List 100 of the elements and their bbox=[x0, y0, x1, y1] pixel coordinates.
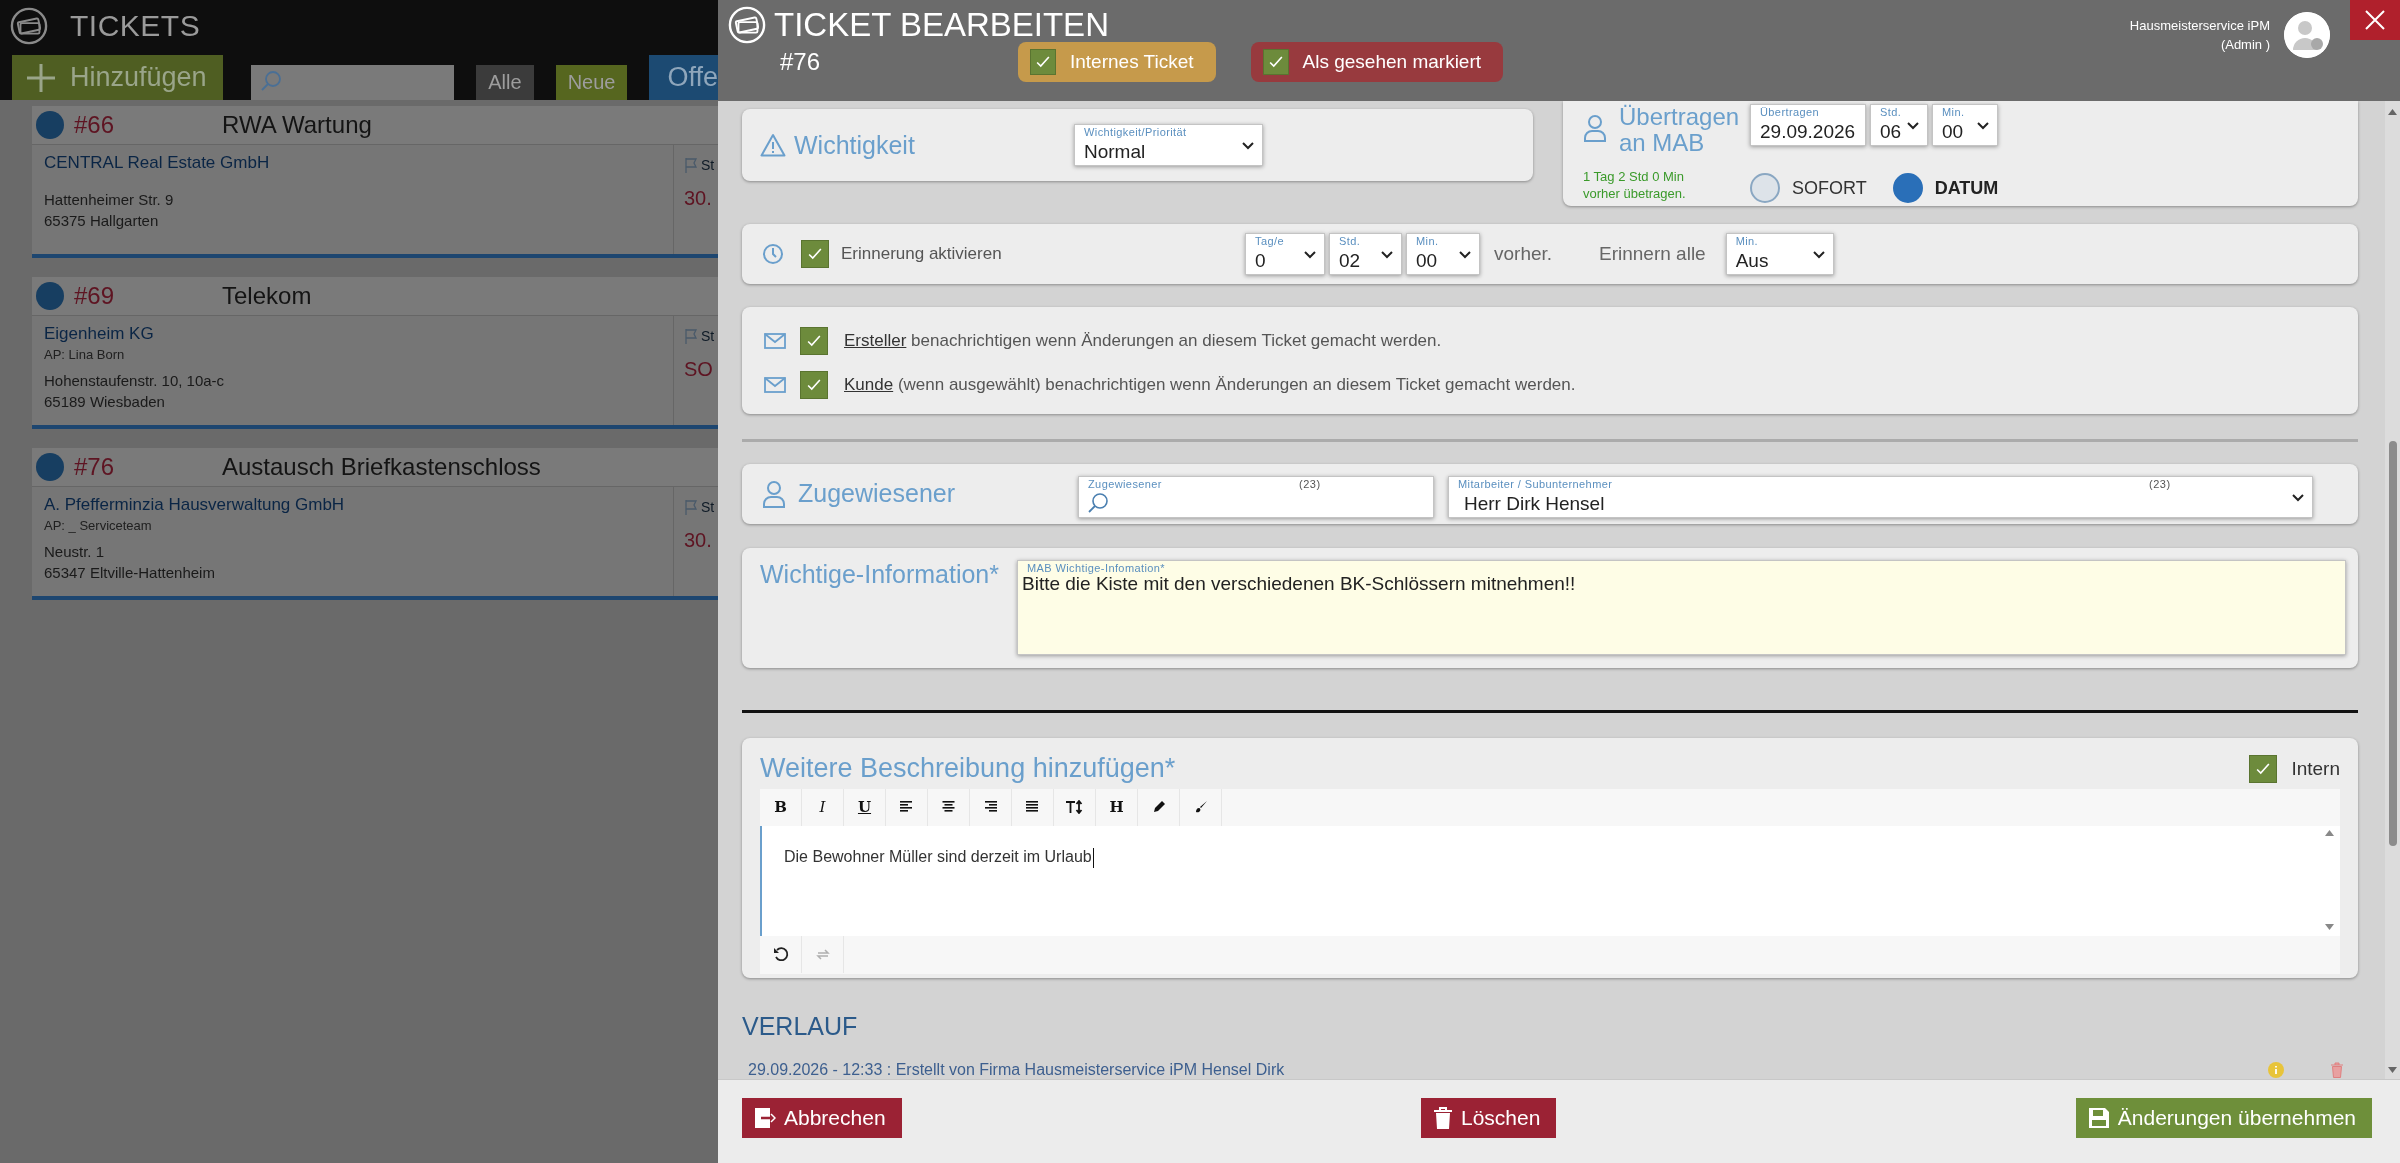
ticket-title: Telekom bbox=[222, 282, 312, 310]
reminder-label: Erinnerung aktivieren bbox=[841, 244, 1003, 265]
field-label: Std. bbox=[1880, 106, 1902, 118]
checkbox[interactable] bbox=[2249, 754, 2278, 783]
repeat-select[interactable]: Min. Aus bbox=[1725, 233, 1834, 276]
radio-button[interactable] bbox=[1750, 173, 1780, 204]
section-heading: VERLAUF bbox=[742, 1012, 859, 1042]
ticket-number: #76 bbox=[74, 453, 116, 481]
status-label: St bbox=[701, 328, 715, 344]
ticket-card[interactable]: #76 Austausch Briefkastenschloss A. Pfefferminzia Hausverwaltung GmbH AP: _ Serviceteam Neustr. 1 65347 Eltville-Hattenheim St 30. bbox=[32, 448, 718, 600]
badge-label: Internes Ticket bbox=[1070, 51, 1194, 73]
scroll-up-icon bbox=[2388, 109, 2397, 115]
section-title: Wichtigkeit bbox=[794, 130, 916, 160]
align-center-icon bbox=[942, 801, 955, 814]
notification-text: Kunde (wenn ausgewählt) benachrichtigen wenn Änderungen an diesem Ticket gemacht werden. bbox=[844, 375, 1576, 396]
filter-button[interactable]: Alle bbox=[476, 65, 534, 100]
ticket-card[interactable]: #69 Telekom Eigenheim KG AP: Lina Born Hohenstaufenstr. 10, 10a-c 65189 Wiesbaden St SO bbox=[32, 277, 718, 429]
ticket-number: #76 bbox=[779, 48, 822, 76]
caret-icon bbox=[2292, 493, 2304, 502]
heading-button[interactable]: H bbox=[1096, 788, 1138, 826]
underline-button[interactable]: U bbox=[844, 788, 886, 826]
cancel-button[interactable]: Abbrechen bbox=[742, 1097, 902, 1138]
checkbox[interactable] bbox=[1262, 49, 1289, 75]
bold-button[interactable]: B bbox=[760, 788, 802, 826]
checkbox[interactable] bbox=[800, 327, 828, 356]
checkbox[interactable] bbox=[1030, 49, 1056, 75]
priority-select[interactable]: Wichtigkeit/Priorität Normal bbox=[1074, 124, 1263, 166]
date-field[interactable]: Übertragen 29.09.2026 bbox=[1750, 104, 1866, 146]
close-icon bbox=[2364, 9, 2386, 31]
field-label: Mitarbeiter / Subunternehmer bbox=[1458, 477, 1613, 490]
employee-select[interactable]: Mitarbeiter / Subunternehmer (23) Herr Dirk Hensel bbox=[1448, 475, 2313, 518]
text-cursor bbox=[1092, 847, 1094, 868]
delete-button[interactable]: Löschen bbox=[1421, 1097, 1557, 1138]
italic-button[interactable]: I bbox=[802, 788, 844, 826]
ticket-number: #69 bbox=[74, 282, 116, 310]
caret-icon bbox=[1812, 251, 1825, 260]
editor-field[interactable]: Die Bewohner Müller sind derzeit im Urlaub bbox=[760, 825, 2340, 936]
modal-title: TICKET BEARBEITEN bbox=[774, 6, 1109, 44]
status-dot bbox=[36, 111, 64, 139]
caret-icon bbox=[1381, 251, 1393, 260]
plus-icon bbox=[26, 62, 56, 93]
user-role: (Admin ) bbox=[2219, 36, 2270, 54]
field-label: Std. bbox=[1339, 235, 1361, 248]
result-count: (23) bbox=[2149, 477, 2171, 490]
person-icon bbox=[1583, 114, 1607, 142]
field-label: Min. bbox=[1942, 106, 1965, 118]
notification-text: Ersteller benachrichtigen wenn Änderungen an diesem Ticket gemacht werden. bbox=[844, 331, 1442, 352]
hours-select[interactable]: Std. 02 bbox=[1329, 233, 1402, 276]
transfer-note: 1 Tag 2 Std 0 Min vorher übetragen. bbox=[1583, 167, 1687, 203]
ticket-title: Austausch Briefkastenschloss bbox=[222, 453, 541, 481]
days-select[interactable]: Tag/e 0 bbox=[1245, 233, 1325, 276]
city-address: 65347 Eltville-Hattenheim bbox=[44, 563, 216, 583]
checkbox[interactable] bbox=[801, 240, 829, 269]
close-button[interactable] bbox=[2350, 0, 2400, 40]
ticket-icon bbox=[10, 7, 48, 45]
search-field[interactable] bbox=[250, 65, 455, 100]
radio-label: DATUM bbox=[1934, 177, 1999, 199]
field-label: MAB Wichtige-Infomation* bbox=[1027, 561, 1165, 574]
minute-select[interactable]: Min. 00 bbox=[1932, 104, 1998, 146]
scroll-down-icon bbox=[2325, 923, 2334, 930]
contact-person: AP: _ Serviceteam bbox=[44, 518, 153, 533]
clock-icon bbox=[762, 243, 784, 266]
radio-button[interactable] bbox=[1892, 173, 1923, 204]
scroll-up-icon bbox=[2325, 829, 2334, 836]
caret-icon bbox=[1459, 251, 1471, 260]
search-icon bbox=[1086, 490, 1110, 515]
status-label: St bbox=[701, 157, 715, 173]
trash-icon bbox=[1433, 1106, 1453, 1129]
assignee-search-field[interactable]: Zugewiesener (23) bbox=[1078, 475, 1434, 518]
status-dot bbox=[36, 453, 64, 481]
checkbox[interactable] bbox=[800, 371, 828, 400]
link[interactable]: Ersteller bbox=[844, 331, 907, 351]
scrollbar[interactable] bbox=[2385, 101, 2400, 1079]
contact-person: AP: Lina Born bbox=[44, 347, 126, 362]
save-button[interactable]: Änderungen übernehmen bbox=[2075, 1097, 2372, 1138]
section-title: Wichtige-Information* bbox=[760, 559, 1000, 590]
save-icon bbox=[2087, 1106, 2110, 1129]
street-address: Neustr. 1 bbox=[44, 542, 106, 562]
flag-icon bbox=[684, 328, 698, 344]
caret-icon bbox=[1977, 122, 1989, 130]
caret-icon bbox=[1907, 122, 1919, 130]
filter-button[interactable]: Offe bbox=[649, 55, 718, 100]
radio-label: SOFORT bbox=[1792, 177, 1867, 199]
info-textarea[interactable]: MAB Wichtige-Infomation* Bitte die Kiste mit den verschiedenen BK-Schlössern mitnehmen!! bbox=[1017, 559, 2346, 655]
flag-icon bbox=[684, 157, 698, 173]
ticket-card[interactable]: #66 RWA Wartung CENTRAL Real Estate GmbH Hattenheimer Str. 9 65375 Hallgarten St 30. bbox=[32, 106, 718, 258]
field-label: Min. bbox=[1416, 235, 1439, 248]
field-label: Min. bbox=[1735, 235, 1759, 248]
field-label: Tag/e bbox=[1255, 235, 1284, 248]
hour-select[interactable]: Std. 06 bbox=[1870, 104, 1928, 146]
scrollbar-thumb[interactable] bbox=[2389, 441, 2397, 846]
minutes-select[interactable]: Min. 00 bbox=[1406, 233, 1480, 276]
field-label: Wichtigkeit/Priorität bbox=[1084, 126, 1187, 138]
suffix-text: vorher. bbox=[1494, 243, 1554, 266]
mail-icon bbox=[764, 333, 786, 350]
trash-icon bbox=[2330, 1062, 2344, 1079]
flag-icon bbox=[684, 499, 698, 515]
link[interactable]: Kunde bbox=[844, 375, 894, 395]
redo-icon bbox=[814, 947, 831, 962]
status-value: 30. bbox=[684, 187, 713, 210]
